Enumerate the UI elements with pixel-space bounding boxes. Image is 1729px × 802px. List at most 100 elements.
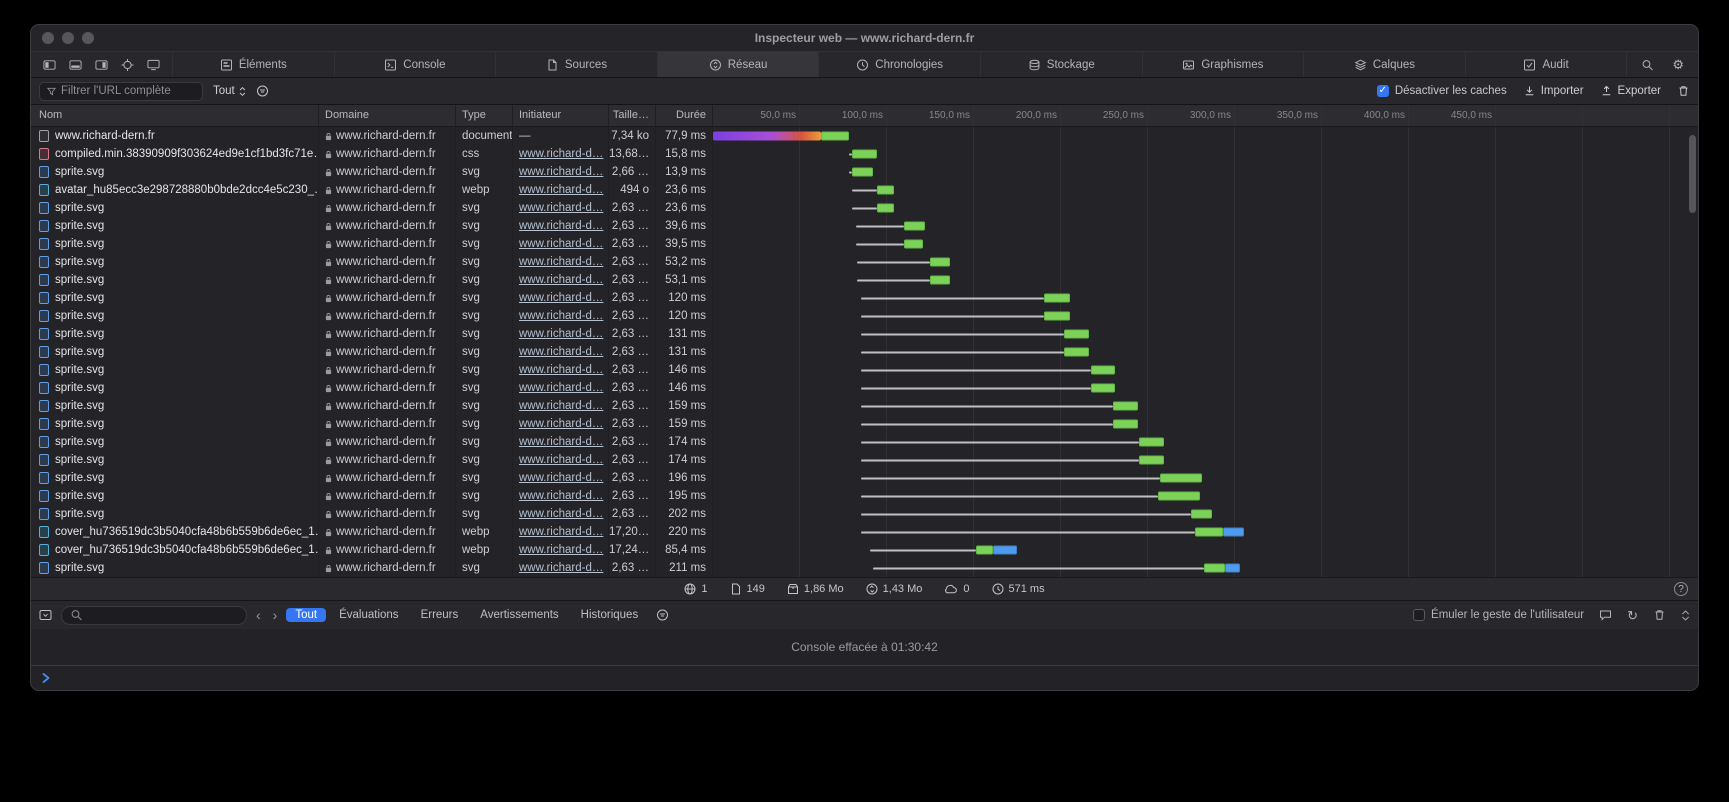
console-messages-icon[interactable] <box>1599 609 1612 621</box>
initiator-link[interactable]: www.richard-d… <box>519 508 603 520</box>
table-row[interactable]: sprite.svg www.richard-dern.fr svg www.r… <box>31 235 1698 253</box>
initiator-link[interactable]: www.richard-d… <box>519 148 603 160</box>
table-row[interactable]: cover_hu736519dc3b5040cfa48b6b559b6de6ec… <box>31 523 1698 541</box>
table-row[interactable]: sprite.svg www.richard-dern.fr svg www.r… <box>31 415 1698 433</box>
waterfall-bar[interactable] <box>861 348 1089 357</box>
previous-result-button[interactable]: ‹ <box>256 608 261 622</box>
waterfall-bar[interactable] <box>856 222 926 231</box>
emulate-user-gesture-checkbox[interactable]: Émuler le geste de l'utilisateur <box>1413 609 1584 621</box>
waterfall-bar[interactable] <box>861 312 1070 321</box>
request-name-cell[interactable]: sprite.svg <box>31 253 319 271</box>
request-name-cell[interactable]: sprite.svg <box>31 559 319 577</box>
table-row[interactable]: sprite.svg www.richard-dern.fr svg www.r… <box>31 325 1698 343</box>
tab-sources[interactable]: Sources <box>495 52 657 77</box>
minimize-window-button[interactable] <box>62 32 74 44</box>
waterfall-bar[interactable] <box>861 528 1244 537</box>
request-name-cell[interactable]: sprite.svg <box>31 361 319 379</box>
console-scope-icon[interactable] <box>39 609 52 621</box>
waterfall-bar[interactable] <box>861 438 1164 447</box>
request-name-cell[interactable]: sprite.svg <box>31 199 319 217</box>
request-name-cell[interactable]: sprite.svg <box>31 397 319 415</box>
initiator-link[interactable]: www.richard-d… <box>519 454 603 466</box>
initiator-link[interactable]: www.richard-d… <box>519 436 603 448</box>
initiator-link[interactable]: www.richard-d… <box>519 544 603 556</box>
request-name-cell[interactable]: sprite.svg <box>31 433 319 451</box>
initiator-link[interactable]: www.richard-d… <box>519 526 603 538</box>
tab-network[interactable]: Réseau <box>657 52 819 77</box>
request-name-cell[interactable]: cover_hu736519dc3b5040cfa48b6b559b6de6ec… <box>31 523 319 541</box>
column-header-initiator[interactable]: Initiateur <box>513 105 609 126</box>
clear-network-items-icon[interactable] <box>1677 85 1690 97</box>
waterfall-bar[interactable] <box>861 294 1070 303</box>
initiator-link[interactable]: www.richard-d… <box>519 364 603 376</box>
help-button[interactable]: ? <box>1674 582 1688 596</box>
clear-console-icon[interactable] <box>1653 609 1666 621</box>
waterfall-bar[interactable] <box>852 186 894 195</box>
table-row[interactable]: sprite.svg www.richard-dern.fr svg www.r… <box>31 487 1698 505</box>
disable-caches-checkbox[interactable]: ✓ Désactiver les caches <box>1377 85 1507 97</box>
waterfall-bar[interactable] <box>861 510 1212 519</box>
table-row[interactable]: avatar_hu85ecc3e298728880b0bde2dcc4e5c23… <box>31 181 1698 199</box>
request-name-cell[interactable]: sprite.svg <box>31 217 319 235</box>
expand-console-icon[interactable] <box>1681 610 1690 621</box>
close-window-button[interactable] <box>42 32 54 44</box>
tab-elements[interactable]: Éléments <box>172 52 334 77</box>
waterfall-bar[interactable] <box>852 204 894 213</box>
table-row[interactable]: sprite.svg www.richard-dern.fr svg www.r… <box>31 451 1698 469</box>
request-name-cell[interactable]: www.richard-dern.fr <box>31 127 319 145</box>
tab-graphics[interactable]: Graphismes <box>1142 52 1304 77</box>
initiator-link[interactable]: www.richard-d… <box>519 400 603 412</box>
request-name-cell[interactable]: sprite.svg <box>31 379 319 397</box>
table-row[interactable]: sprite.svg www.richard-dern.fr svg www.r… <box>31 361 1698 379</box>
table-row[interactable]: sprite.svg www.richard-dern.fr svg www.r… <box>31 307 1698 325</box>
dock-right-icon[interactable] <box>95 59 108 71</box>
initiator-link[interactable]: www.richard-d… <box>519 382 603 394</box>
initiator-link[interactable]: www.richard-d… <box>519 490 603 502</box>
table-row[interactable]: sprite.svg www.richard-dern.fr svg www.r… <box>31 289 1698 307</box>
column-header-domain[interactable]: Domaine <box>319 105 456 126</box>
initiator-link[interactable]: www.richard-d… <box>519 238 603 250</box>
initiator-link[interactable]: www.richard-d… <box>519 346 603 358</box>
request-name-cell[interactable]: sprite.svg <box>31 487 319 505</box>
waterfall-bar[interactable] <box>857 276 949 285</box>
element-picker-icon[interactable] <box>121 59 134 71</box>
request-name-cell[interactable]: sprite.svg <box>31 289 319 307</box>
waterfall-bar[interactable] <box>856 240 924 249</box>
initiator-link[interactable]: www.richard-d… <box>519 292 603 304</box>
export-button[interactable]: Exporter <box>1600 85 1661 97</box>
waterfall-bar[interactable] <box>861 366 1115 375</box>
console-scope-avertissements[interactable]: Avertissements <box>471 608 567 622</box>
initiator-link[interactable]: www.richard-d… <box>519 328 603 340</box>
import-button[interactable]: Importer <box>1523 85 1584 97</box>
initiator-link[interactable]: www.richard-d… <box>519 202 603 214</box>
waterfall-bar[interactable] <box>857 258 949 267</box>
zoom-window-button[interactable] <box>82 32 94 44</box>
next-result-button[interactable]: › <box>273 608 278 622</box>
column-header-duration[interactable]: Durée <box>656 105 713 126</box>
reload-icon[interactable]: ↻ <box>1627 609 1638 622</box>
waterfall-bar[interactable] <box>861 474 1202 483</box>
filter-options-icon[interactable] <box>256 85 269 97</box>
waterfall-bar[interactable] <box>861 402 1138 411</box>
column-header-name[interactable]: Nom <box>31 105 319 126</box>
device-icon[interactable] <box>147 59 160 71</box>
request-name-cell[interactable]: sprite.svg <box>31 415 319 433</box>
waterfall-bar[interactable] <box>861 456 1164 465</box>
initiator-link[interactable]: www.richard-d… <box>519 184 603 196</box>
table-row[interactable]: sprite.svg www.richard-dern.fr svg www.r… <box>31 397 1698 415</box>
waterfall-bar[interactable] <box>849 150 877 159</box>
vertical-scrollbar[interactable] <box>1689 135 1696 213</box>
console-filter-options-icon[interactable] <box>656 609 669 621</box>
console-prompt[interactable] <box>31 666 1698 690</box>
waterfall-bar[interactable] <box>861 384 1115 393</box>
request-name-cell[interactable]: sprite.svg <box>31 505 319 523</box>
request-name-cell[interactable]: compiled.min.38390909f303624ed9e1cf1bd3f… <box>31 145 319 163</box>
request-name-cell[interactable]: sprite.svg <box>31 163 319 181</box>
console-search-input[interactable] <box>61 606 247 625</box>
table-row[interactable]: sprite.svg www.richard-dern.fr svg www.r… <box>31 433 1698 451</box>
initiator-link[interactable]: www.richard-d… <box>519 310 603 322</box>
table-row[interactable]: compiled.min.38390909f303624ed9e1cf1bd3f… <box>31 145 1698 163</box>
waterfall-bar[interactable] <box>713 132 849 141</box>
initiator-link[interactable]: www.richard-d… <box>519 418 603 430</box>
table-row[interactable]: sprite.svg www.richard-dern.fr svg www.r… <box>31 163 1698 181</box>
